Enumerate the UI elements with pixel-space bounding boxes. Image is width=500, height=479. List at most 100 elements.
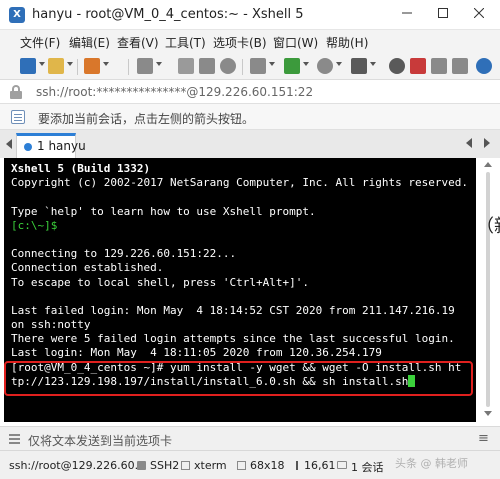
xftp-icon[interactable] [389,58,405,74]
tab-bar: 1 hanyu [0,130,500,158]
window-title: hanyu - root@VM_0_4_centos:~ - Xshell 5 [32,7,304,22]
terminal-line-text: [c:\~]$ [11,218,58,232]
ssh-lock-icon [137,461,146,470]
terminal-line-text: To escape to local shell, press 'Ctrl+Al… [11,275,310,289]
tab-scroll-left-icon[interactable] [466,138,472,148]
settings-icon[interactable] [137,58,153,74]
menu-icon[interactable]: ≡ [478,431,489,446]
menu-file[interactable]: 文件(F) [20,34,60,51]
font-icon[interactable] [351,58,367,74]
maximize-button[interactable] [424,0,462,30]
minimize-icon [402,12,412,14]
paste-icon[interactable] [199,58,215,74]
chevron-down-icon[interactable] [303,62,309,66]
folder-open-icon[interactable] [48,58,64,74]
close-icon [473,7,485,19]
status-position: 16,61 [304,459,336,472]
terminal-line: Last login: Mon May 4 18:11:05 2020 from… [11,346,476,360]
terminal-size-icon [237,461,246,470]
terminal-line: tp://123.129.198.197/install/install_6.0… [11,374,476,389]
chevron-down-icon[interactable] [269,62,275,66]
session-hint-text: 要添加当前会话，点击左侧的箭头按钮。 [38,112,255,126]
toolbar-divider [77,59,78,75]
menu-tools[interactable]: 工具(T) [165,34,206,51]
terminal-line-text: Last login: Mon May 4 18:11:05 2020 from… [11,346,382,360]
address-input[interactable]: ssh://root:***************@129.226.60.15… [36,85,313,99]
scroll-track[interactable] [486,172,490,407]
find-icon[interactable] [220,58,236,74]
tab-list-arrow-icon[interactable] [6,139,12,149]
address-bar[interactable]: ssh://root:***************@129.226.60.15… [0,80,500,104]
minimize-button[interactable] [388,0,426,30]
terminal-line: [root@VM_0_4_centos ~]# yum install -y w… [11,361,476,375]
terminal-line-text: on ssh:notty [11,318,91,332]
tab-label: 1 hanyu [37,139,86,153]
toolbar-divider [242,59,243,75]
terminal-line: [c:\~]$ [11,219,476,233]
print-icon[interactable] [250,58,266,74]
status-sessions: 1 会话 [351,461,384,474]
maximize-icon [438,8,448,18]
terminal-line-text: There were 5 failed login attempts since… [11,332,455,346]
status-size: 68x18 [250,459,285,472]
title-bar: X hanyu - root@VM_0_4_centos:~ - Xshell … [0,0,500,30]
status-terminal-type: xterm [194,459,227,472]
chevron-down-icon[interactable] [336,62,342,66]
terminal-cursor [408,374,416,387]
terminal-line: Copyright (c) 2002-2017 NetSarang Comput… [11,176,476,190]
terminal-line: To escape to local shell, press 'Ctrl+Al… [11,276,476,290]
menu-window[interactable]: 窗口(W) [273,34,318,51]
terminal-line: Type `help' to learn how to use Xshell p… [11,205,476,219]
scroll-down-icon[interactable] [484,411,492,416]
compose-placeholder[interactable]: 仅将文本发送到当前选项卡 [28,432,172,449]
fullscreen-icon[interactable] [452,58,468,74]
status-connection: ssh://root@129.226.60.1 [9,459,146,472]
connection-status-icon [24,143,32,151]
close-button[interactable] [460,0,498,30]
lock-icon[interactable] [431,58,447,74]
new-session-icon[interactable] [20,58,36,74]
help-icon[interactable] [476,58,492,74]
terminal-scrollbar[interactable] [476,158,500,422]
terminal-line: Last failed login: Mon May 4 18:14:52 CS… [11,304,476,318]
sessions-icon [337,461,347,469]
watermark: 头条 @ 韩老师 [395,457,468,470]
terminal-line: Xshell 5 (Build 1332) [11,162,476,176]
terminal-line-text: Connecting to 129.226.60.151:22... [11,247,237,261]
globe-icon[interactable] [317,58,333,74]
xmanager-icon[interactable] [410,58,426,74]
terminal-line: on ssh:notty [11,318,476,332]
compose-bar[interactable]: 仅将文本发送到当前选项卡 ≡ [0,426,500,450]
menu-help[interactable]: 帮助(H) [326,34,368,51]
chevron-down-icon[interactable] [67,62,73,66]
xshell-app-icon[interactable]: X [9,7,25,23]
copy-icon[interactable] [178,58,194,74]
terminal-output[interactable]: Xshell 5 (Build 1332) Copyright (c) 2002-… [4,158,476,422]
chevron-down-icon[interactable] [39,62,45,66]
chevron-down-icon[interactable] [103,62,109,66]
menu-tab[interactable]: 选项卡(B) [213,34,267,51]
transfer-icon[interactable] [284,58,300,74]
terminal-line-text: tp://123.129.198.197/install/install_6.0… [11,374,409,388]
menu-view[interactable]: 查看(V) [117,34,159,51]
compose-icon [9,433,20,444]
menu-edit[interactable]: 编辑(E) [69,34,110,51]
terminal-line-text: Xshell 5 (Build 1332) [11,162,151,175]
cursor-position-icon [296,461,298,470]
menu-bar: 文件(F) 编辑(E) 查看(V) 工具(T) 选项卡(B) 窗口(W) 帮助(… [0,30,500,54]
terminal-line-text: Last failed login: Mon May 4 18:14:52 CS… [11,303,455,317]
chevron-down-icon[interactable] [156,62,162,66]
tab-hanyu[interactable]: 1 hanyu [16,133,86,158]
session-list-icon[interactable] [11,110,25,124]
scroll-up-icon[interactable] [484,162,492,167]
chevron-down-icon[interactable] [370,62,376,66]
terminal-line: There were 5 failed login attempts since… [11,332,476,346]
terminal-line-text: Copyright (c) 2002-2017 NetSarang Comput… [11,176,468,190]
status-protocol: SSH2 [150,459,180,472]
terminal-line: Connecting to 129.226.60.151:22... [11,247,476,261]
tab-scroll-right-icon[interactable] [484,138,490,148]
toolbar [0,54,500,80]
terminal-line-text: Connection established. [11,261,164,275]
properties-icon[interactable] [84,58,100,74]
